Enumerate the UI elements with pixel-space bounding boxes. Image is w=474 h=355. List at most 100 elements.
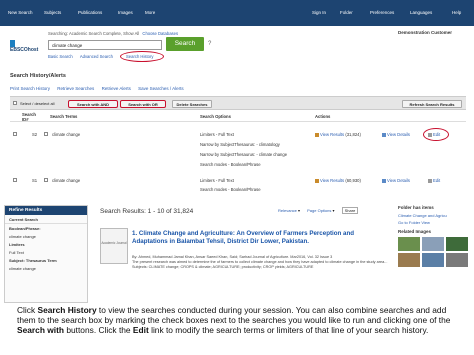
refine-item[interactable]: Full Text [5, 248, 87, 256]
row-term-checkbox[interactable] [44, 178, 48, 182]
preferences-link[interactable]: Preferences [370, 10, 394, 15]
languages-link[interactable]: Languages [410, 10, 432, 15]
col-search-terms: Search Terms [50, 114, 78, 119]
row-search-id: S2 [32, 132, 38, 137]
caption-bold: Search History [37, 305, 97, 315]
search-with-and-button[interactable]: Search with AND [68, 100, 118, 108]
edit-icon [428, 178, 432, 183]
folder-title: Folder has items [398, 205, 434, 210]
sort-relevance-dropdown[interactable]: Relevance [278, 208, 297, 213]
row-checkbox[interactable] [13, 132, 17, 136]
share-button[interactable]: Share [341, 207, 359, 214]
related-images-grid [398, 237, 470, 267]
row-option: Search modes - Boolean/Phrase [200, 187, 261, 192]
row-option: Narrow by SubjectThesaurus: - climatolog… [200, 142, 280, 147]
folder-view-link[interactable]: Go to Folder View [398, 220, 470, 225]
institution-name: Demonstration Customer [398, 30, 453, 35]
folder-panel: Folder has items Climate Change and Agri… [398, 205, 470, 303]
results-count: (31,824) [345, 132, 361, 137]
refine-item: Subject: Thesaurus Term [9, 257, 57, 263]
row-search-id: S1 [32, 178, 38, 183]
basic-search-link[interactable]: Basic Search [48, 54, 73, 59]
row-term-checkbox[interactable] [44, 132, 48, 136]
retrieve-alerts-link[interactable]: Retrieve Alerts [102, 86, 131, 91]
row-option: Limiters - Full Text [200, 132, 234, 137]
retrieve-searches-link[interactable]: Retrieve Searches [57, 86, 94, 91]
advanced-search-link[interactable]: Advanced Search [80, 54, 113, 59]
searching-db-text: Searching: Academic Search Complete, Sho… [48, 31, 140, 36]
select-all-label: Select / deselect all [20, 101, 55, 106]
search-with-or-button[interactable]: Search with OR [120, 100, 166, 108]
refine-item[interactable]: climate change [5, 264, 87, 272]
sign-in-link[interactable]: Sign In [312, 10, 326, 15]
col-search-id: Search ID# [22, 112, 36, 122]
col-search-options: Search Options [200, 114, 231, 119]
view-details-link[interactable]: View Details [387, 178, 410, 183]
related-images-title: Related Images [398, 229, 432, 234]
related-image[interactable] [422, 237, 444, 251]
caption-text: link to modify the search terms or limit… [148, 325, 429, 335]
row-option: Limiters - Full Text [200, 178, 234, 183]
search-input[interactable]: climate change [48, 40, 162, 50]
row-option: Search modes - Boolean/Phrase [200, 162, 261, 167]
results-title: Search Results: 1 - 10 of 31,824 [100, 208, 194, 215]
result-subjects: Subjects: CLIMATE change; CROPS & climat… [132, 265, 314, 269]
refine-results-title: Refine Results [5, 206, 87, 215]
page: { "topbar": { "nav": ["New Search", "Sub… [0, 0, 474, 355]
related-image[interactable] [398, 253, 420, 267]
search-history-link[interactable]: Search History [126, 54, 153, 59]
refresh-results-button[interactable]: Refresh Search Results [402, 100, 462, 108]
save-searches-link[interactable]: Save Searches / Alerts [138, 86, 184, 91]
nav-subjects[interactable]: Subjects [44, 10, 61, 15]
view-details-link[interactable]: View Details [387, 132, 410, 137]
nav-new-search[interactable]: New Search [8, 10, 33, 15]
nav-more[interactable]: More [145, 10, 155, 15]
result-title: 1. Climate Change and Agriculture: An Ov… [132, 230, 387, 246]
nav-images[interactable]: Images [118, 10, 133, 15]
current-search-label[interactable]: Current Search [5, 215, 87, 224]
results-icon [315, 178, 319, 183]
page-options-dropdown[interactable]: Page Options [307, 208, 331, 213]
refine-item: Boolean/Phrase: [9, 225, 41, 231]
edit-highlight-oval [423, 128, 449, 141]
row-search-term: climate change [52, 178, 81, 183]
caption-text: buttons. Click the [64, 325, 133, 335]
edit-link[interactable]: Edit [433, 178, 440, 183]
related-image[interactable] [446, 253, 468, 267]
view-results-link[interactable]: View Results [320, 132, 344, 137]
related-image[interactable] [422, 253, 444, 267]
row-search-term: climate change [52, 132, 81, 137]
help-link[interactable]: Help [452, 10, 461, 15]
result-number: 1. [132, 230, 138, 237]
details-icon [382, 178, 386, 183]
nav-publications[interactable]: Publications [78, 10, 102, 15]
search-links: Basic Search Advanced Search [48, 54, 113, 59]
related-image[interactable] [446, 237, 468, 251]
top-nav-bar: New Search Subjects Publications Images … [0, 0, 474, 26]
folder-link[interactable]: Folder [340, 10, 353, 15]
result-title-link[interactable]: Climate Change and Agriculture: An Overv… [132, 230, 354, 245]
searching-label: Searching: Academic Search Complete, Sho… [48, 31, 178, 36]
results-controls: Relevance ▾ Page Options ▾ Share [278, 207, 359, 214]
row-checkbox[interactable] [13, 178, 17, 182]
related-image[interactable] [398, 237, 420, 251]
delete-searches-button[interactable]: Delete Searches [172, 100, 212, 108]
search-button[interactable]: Search [166, 37, 204, 51]
history-table-header: Search ID# Search Terms Search Options A… [10, 112, 466, 122]
history-toolbar: Select / deselect all Search with AND Se… [10, 96, 466, 110]
folder-item-link[interactable]: Climate Change and Agricu [398, 213, 470, 218]
results-count: (60,930) [345, 178, 361, 183]
academic-journal-thumbnail[interactable]: Academic Journal [100, 228, 128, 264]
help-question-icon[interactable]: ? [208, 41, 211, 47]
instruction-caption: Click Search History to view the searche… [17, 305, 467, 335]
choose-databases-link[interactable]: Choose Databases [142, 31, 178, 36]
table-row: S1 climate change Limiters - Full Text S… [10, 174, 466, 196]
details-icon [382, 132, 386, 137]
search-history-title: Search History/Alerts [10, 73, 66, 79]
logo-text: EBSCOhost [10, 47, 39, 53]
ebsco-logo[interactable]: EBSCOhost [10, 40, 40, 53]
refine-item[interactable]: climate change [5, 232, 87, 240]
print-search-history-link[interactable]: Print Search History [10, 86, 50, 91]
select-all-checkbox[interactable] [13, 101, 17, 105]
view-results-link[interactable]: View Results [320, 178, 344, 183]
